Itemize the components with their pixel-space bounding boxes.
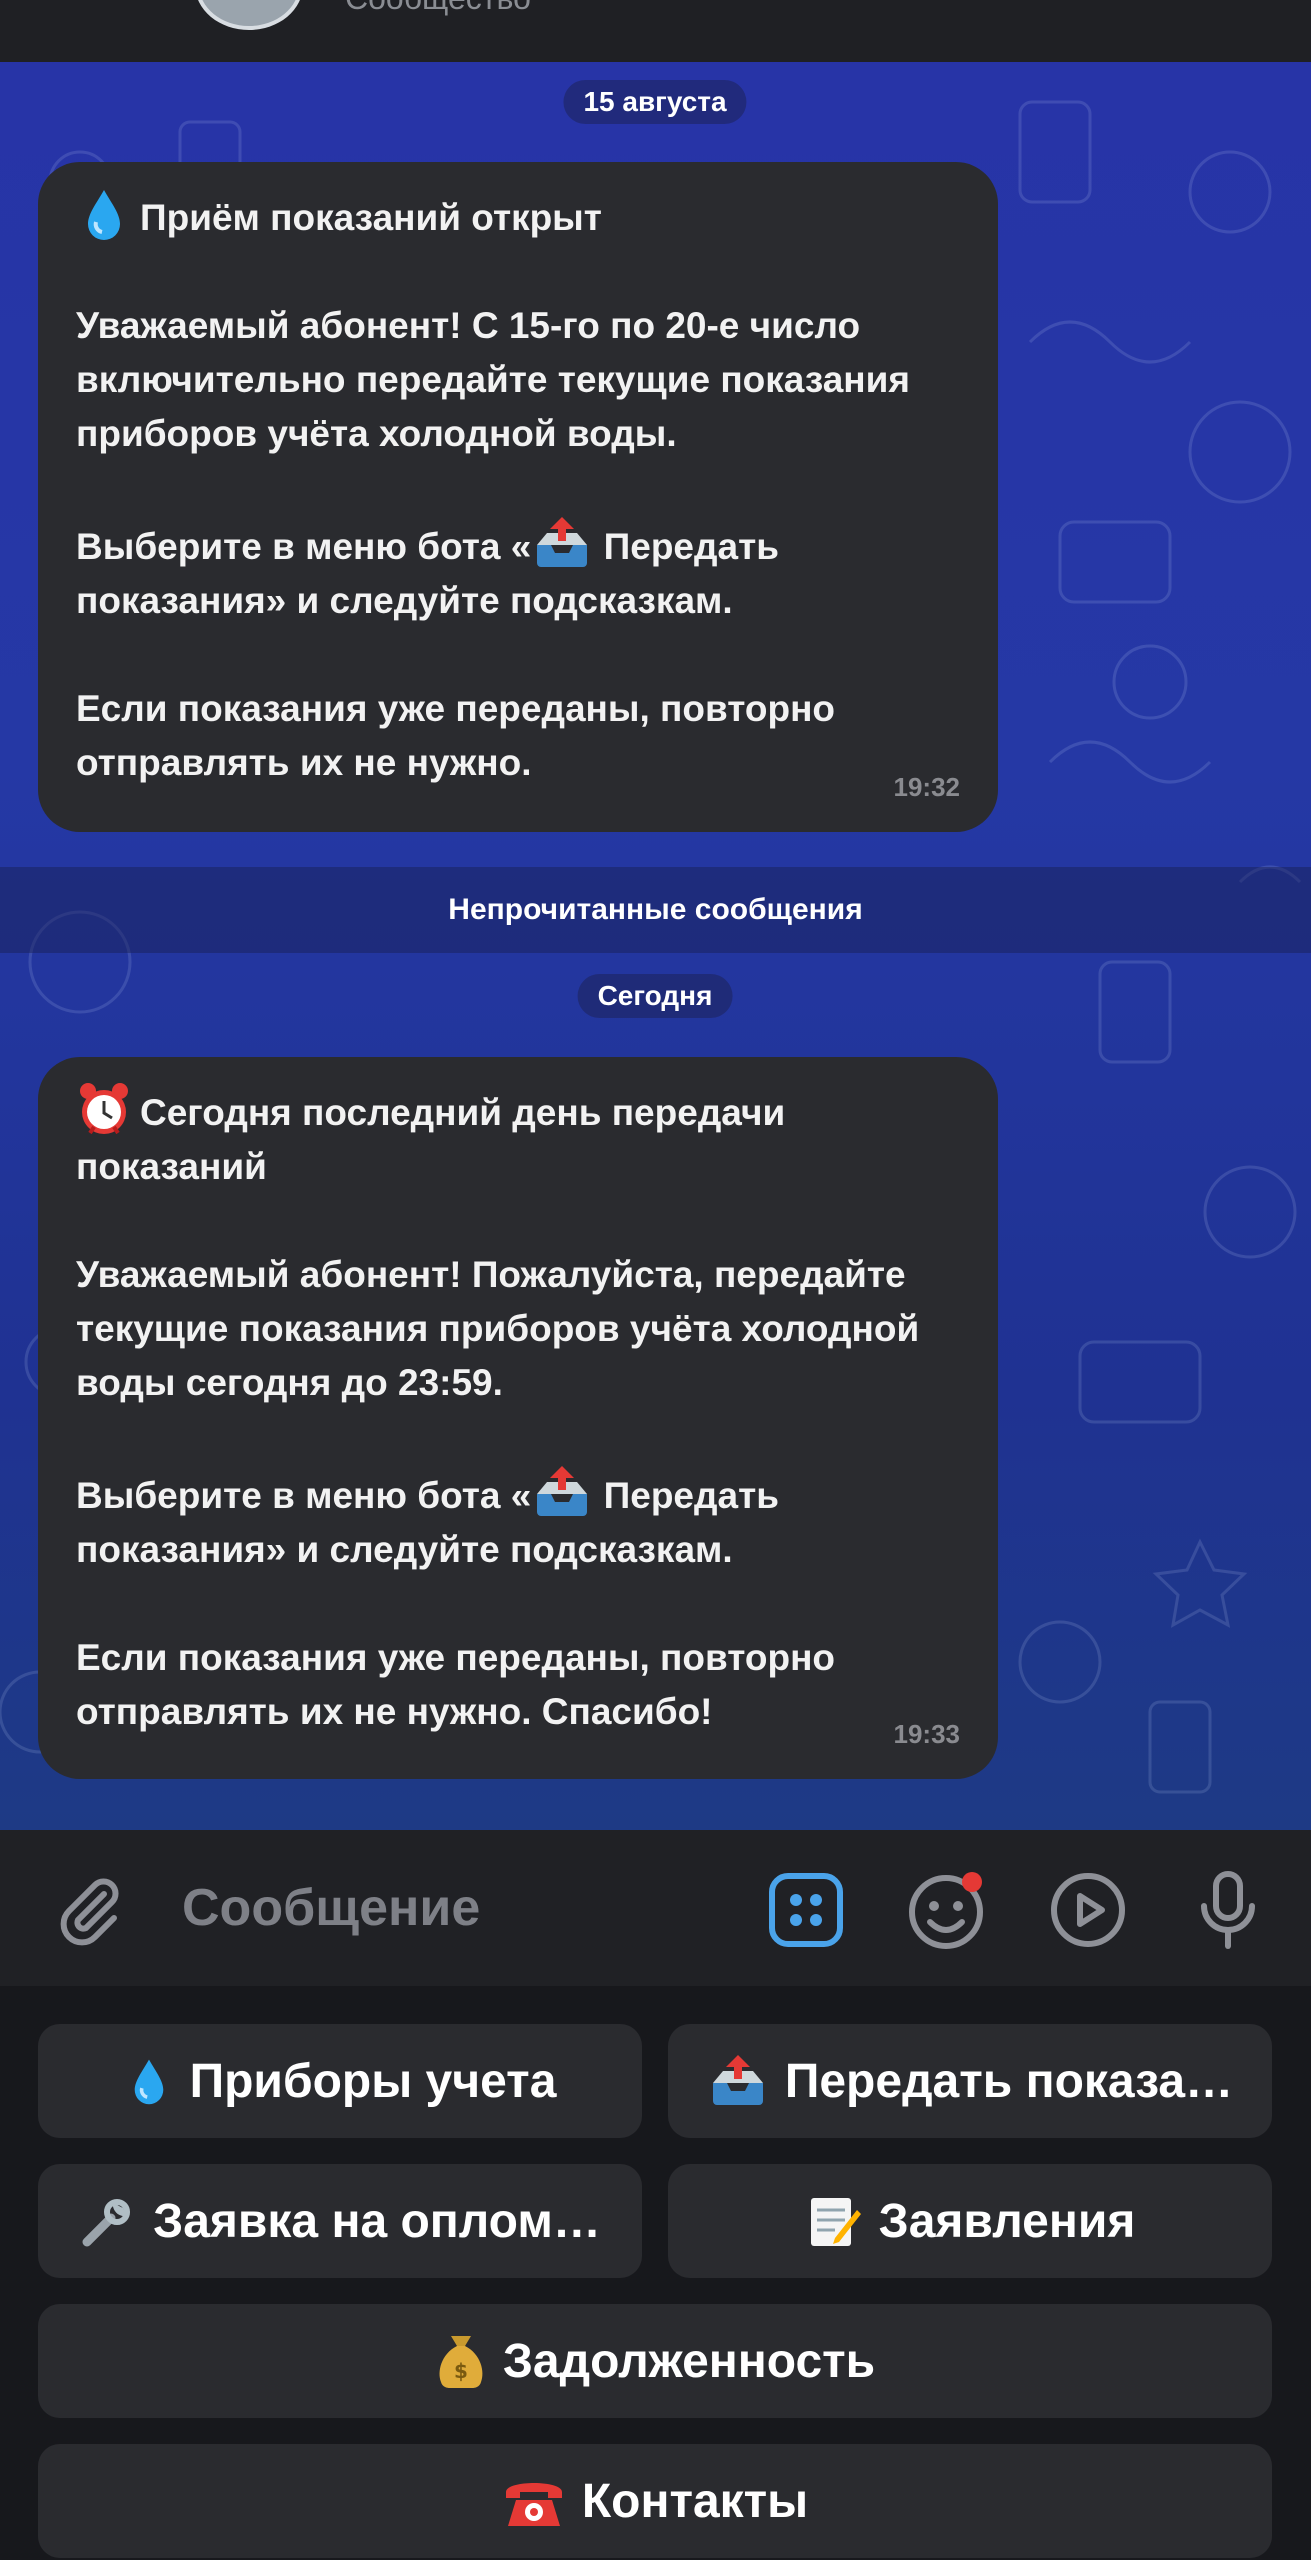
message-title: Приём показаний открыт <box>76 186 960 245</box>
droplet-icon <box>134 2059 163 2105</box>
droplet-icon <box>88 190 120 240</box>
message-time: 19:32 <box>893 772 961 802</box>
bot-menu-icon[interactable] <box>766 1870 846 1950</box>
memo-icon <box>810 2198 861 2246</box>
message-text: Уважаемый абонент! С 15-го по 20-е число… <box>76 305 910 454</box>
telephone-icon <box>505 2483 562 2526</box>
message-text: Если показания уже переданы, повторно от… <box>76 688 836 783</box>
message-text: Выберите в меню бота « Передать показани… <box>76 515 960 628</box>
message-text: Уважаемый абонент! Пожалуйста, передайте… <box>76 1254 920 1403</box>
wrench-icon <box>82 2199 131 2247</box>
message-input-bar: Сообщение <box>0 1830 1311 1986</box>
keyboard-button-debt[interactable]: $ Задолженность <box>38 2304 1272 2418</box>
keyboard-button-submit-readings[interactable]: Передать показа… <box>668 2024 1272 2138</box>
keyboard-button-contacts[interactable]: Контакты <box>38 2444 1272 2558</box>
emoji-icon[interactable] <box>906 1870 986 1950</box>
outbox-tray-icon <box>712 2055 763 2105</box>
outbox-tray-icon <box>537 517 588 567</box>
keyboard-button-meters[interactable]: Приборы учета <box>38 2024 642 2138</box>
paperclip-icon[interactable] <box>52 1872 128 1948</box>
chat-avatar[interactable] <box>195 0 303 30</box>
message-bubble[interactable]: Сегодня последний день передачи показани… <box>38 1057 998 1779</box>
keyboard-button-seal-request[interactable]: Заявка на оплом… <box>38 2164 642 2278</box>
message-bubble[interactable]: Приём показаний открыт Уважаемый абонент… <box>38 162 998 832</box>
money-bag-icon: $ <box>439 2336 483 2389</box>
microphone-icon[interactable] <box>1188 1870 1268 1950</box>
date-separator: 15 августа <box>563 80 747 124</box>
message-text: Если показания уже переданы, повторно от… <box>76 1637 836 1732</box>
keyboard-button-applications[interactable]: Заявления <box>668 2164 1272 2278</box>
chat-header: Сообщество <box>0 0 1311 62</box>
message-input[interactable]: Сообщение <box>182 1878 480 1938</box>
notification-dot <box>962 1872 982 1892</box>
chat-area[interactable]: 15 августа Приём показаний открыт Уважае… <box>0 62 1311 1830</box>
unread-divider: Непрочитанные сообщения <box>0 867 1311 953</box>
date-separator: Сегодня <box>577 974 733 1018</box>
outbox-tray-icon <box>537 1466 588 1516</box>
alarm-clock-icon <box>80 1083 128 1135</box>
message-text: Выберите в меню бота « Передать показани… <box>76 1464 960 1577</box>
video-message-icon[interactable] <box>1048 1870 1128 1950</box>
chat-subtitle: Сообщество <box>345 0 531 17</box>
message-time: 19:33 <box>893 1719 961 1749</box>
bot-keyboard: Приборы учета Передать показа… Заявка на… <box>0 1986 1311 2560</box>
svg-text:$: $ <box>454 2359 468 2383</box>
message-title: Сегодня последний день передачи показани… <box>76 1081 960 1194</box>
